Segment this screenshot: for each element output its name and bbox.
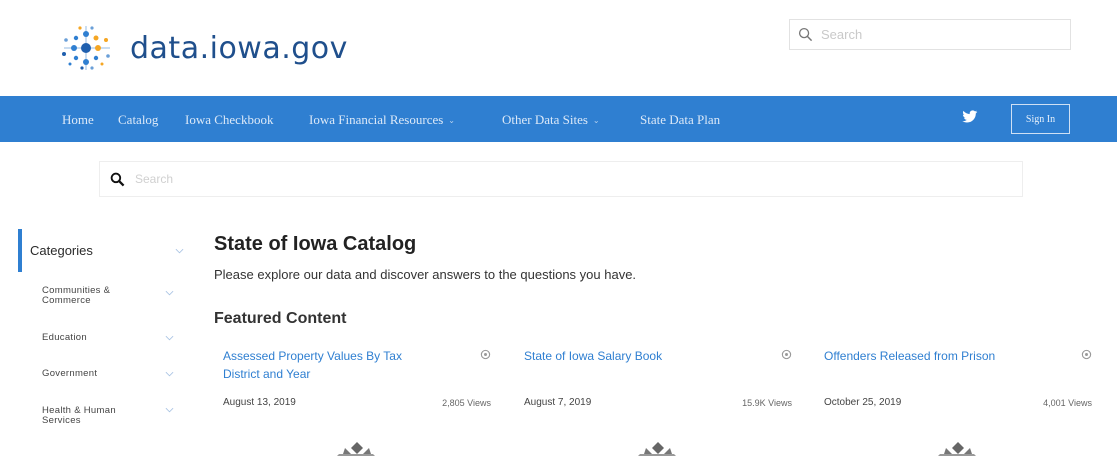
category-communities-commerce[interactable]: Communities & Commerce <box>42 286 192 306</box>
nav-label: Other Data Sites <box>502 112 588 127</box>
chevron-down-icon <box>165 290 174 296</box>
card-views: 2,805 Views <box>442 398 491 408</box>
search-icon <box>110 172 125 186</box>
card-views: 4,001 Views <box>1043 398 1092 408</box>
sign-in-button[interactable]: Sign In <box>1011 104 1070 134</box>
category-government[interactable]: Government <box>42 369 192 379</box>
site-header: data.iowa.gov <box>0 0 1117 95</box>
chevron-down-icon <box>165 371 174 377</box>
dataset-icon <box>480 349 491 360</box>
nav-state-data-plan[interactable]: State Data Plan <box>640 112 720 128</box>
dataset-thumbnail-icon <box>938 442 976 456</box>
featured-card[interactable]: Assessed Property Values By Tax District… <box>223 347 495 460</box>
nav-iowa-financial-resources[interactable]: Iowa Financial Resources ⌄ <box>309 112 455 128</box>
page-description: Please explore our data and discover ans… <box>214 267 637 282</box>
chevron-down-icon: ⌄ <box>592 115 600 125</box>
nav-label: Iowa Checkbook <box>185 112 274 127</box>
card-date: August 7, 2019 <box>524 397 592 408</box>
featured-card[interactable]: Offenders Released from Prison October 2… <box>824 347 1096 460</box>
site-name: data.iowa.gov <box>130 30 348 66</box>
header-search-box[interactable] <box>789 19 1071 50</box>
main-navigation: Home Catalog Iowa Checkbook Iowa Financi… <box>0 96 1117 142</box>
logo-icon <box>62 26 110 70</box>
card-title-link[interactable]: State of Iowa Salary Book <box>524 347 704 365</box>
nav-label: Iowa Financial Resources <box>309 112 444 127</box>
site-logo[interactable]: data.iowa.gov <box>52 20 348 76</box>
chevron-down-icon <box>165 407 174 413</box>
dataset-icon <box>1081 349 1092 360</box>
chevron-down-icon <box>175 248 184 254</box>
nav-label: State Data Plan <box>640 112 721 127</box>
featured-content-heading: Featured Content <box>214 310 347 327</box>
chevron-down-icon <box>165 335 174 341</box>
card-title-link[interactable]: Offenders Released from Prison <box>824 347 1004 365</box>
card-views: 15.9K Views <box>742 398 792 408</box>
nav-iowa-checkbook[interactable]: Iowa Checkbook <box>185 112 273 128</box>
category-education[interactable]: Education <box>42 333 192 343</box>
card-title-link[interactable]: Assessed Property Values By Tax District… <box>223 347 403 383</box>
page-title: State of Iowa Catalog <box>214 233 417 255</box>
card-date: August 13, 2019 <box>223 397 296 408</box>
nav-label: Home <box>62 112 94 127</box>
featured-card[interactable]: State of Iowa Salary Book August 7, 2019… <box>524 347 796 460</box>
categories-sidebar: Categories Communities & Commerce Educat… <box>18 229 196 460</box>
nav-other-data-sites[interactable]: Other Data Sites ⌄ <box>502 112 600 128</box>
categories-header[interactable]: Categories <box>18 229 196 272</box>
dataset-thumbnail-icon <box>337 442 375 456</box>
dataset-icon <box>781 349 792 360</box>
twitter-icon[interactable] <box>962 110 978 124</box>
category-label: Communities & Commerce <box>42 285 111 306</box>
nav-catalog[interactable]: Catalog <box>118 112 158 128</box>
header-search-input[interactable] <box>821 27 1061 42</box>
catalog-search-input[interactable] <box>135 172 995 186</box>
category-label: Health & Human Services <box>42 405 116 426</box>
nav-label: Catalog <box>118 112 159 127</box>
categories-header-label: Categories <box>30 243 93 258</box>
chevron-down-icon: ⌄ <box>448 115 455 125</box>
category-label: Education <box>42 332 87 343</box>
category-label: Government <box>42 368 98 379</box>
dataset-thumbnail-icon <box>638 442 676 456</box>
nav-home[interactable]: Home <box>62 112 94 128</box>
catalog-search-box[interactable] <box>99 161 1023 197</box>
card-date: October 25, 2019 <box>824 397 902 408</box>
search-icon <box>798 27 813 42</box>
category-health-human-services[interactable]: Health & Human Services <box>42 406 192 426</box>
